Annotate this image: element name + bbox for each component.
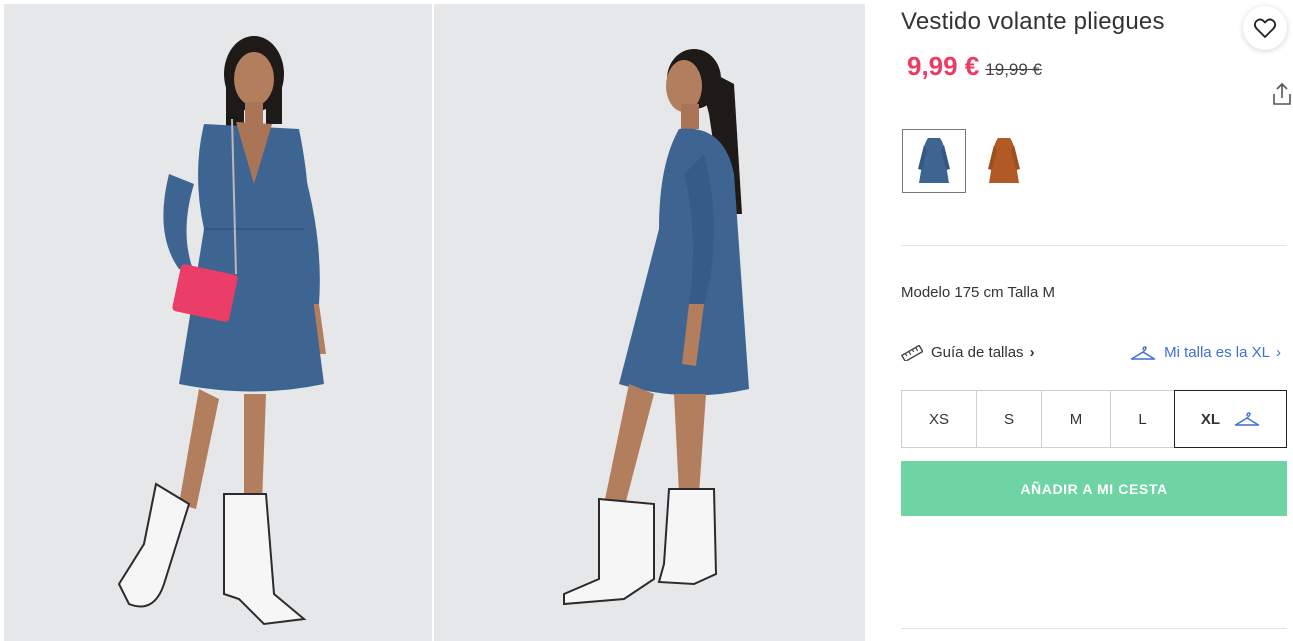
share-button[interactable] xyxy=(1272,82,1292,106)
size-selector: XS S M L XL xyxy=(901,390,1287,448)
dress-thumbnail-blue xyxy=(918,138,950,183)
my-size-label: Mi talla es la XL xyxy=(1164,344,1270,361)
chevron-right-icon: › xyxy=(1029,344,1035,361)
product-photo-front[interactable] xyxy=(4,4,432,641)
color-swatch-brown[interactable] xyxy=(972,129,1036,193)
dress-thumbnail-brown xyxy=(988,138,1020,183)
model-info: Modelo 175 cm Talla M xyxy=(901,284,1055,301)
product-title: Vestido volante pliegues xyxy=(901,8,1165,35)
size-option-m[interactable]: M xyxy=(1041,390,1111,448)
current-price: 9,99 € xyxy=(907,51,980,81)
ruler-icon xyxy=(901,344,923,361)
size-option-xs[interactable]: XS xyxy=(901,390,977,448)
product-photo-side[interactable] xyxy=(434,4,865,641)
size-option-s[interactable]: S xyxy=(976,390,1042,448)
size-option-xl[interactable]: XL xyxy=(1174,390,1287,448)
size-option-l[interactable]: L xyxy=(1110,390,1175,448)
chevron-right-icon: › xyxy=(1276,344,1281,361)
original-price: 19,99 € xyxy=(985,60,1043,79)
my-size-link[interactable]: Mi talla es la XL › xyxy=(1130,344,1281,361)
price-row: 9,99 € 19,99 € xyxy=(907,51,1042,82)
hanger-icon xyxy=(1130,345,1156,360)
hanger-icon xyxy=(1234,411,1260,427)
divider xyxy=(901,628,1287,629)
heart-icon xyxy=(1253,18,1277,38)
size-guide-link[interactable]: Guía de tallas › xyxy=(901,344,1035,361)
share-icon xyxy=(1273,82,1291,105)
size-guide-label: Guía de tallas xyxy=(931,344,1024,361)
add-to-cart-button[interactable]: AÑADIR A MI CESTA xyxy=(901,461,1287,516)
color-swatch-blue[interactable] xyxy=(902,129,966,193)
divider xyxy=(901,245,1287,246)
favorite-button[interactable] xyxy=(1243,6,1287,50)
